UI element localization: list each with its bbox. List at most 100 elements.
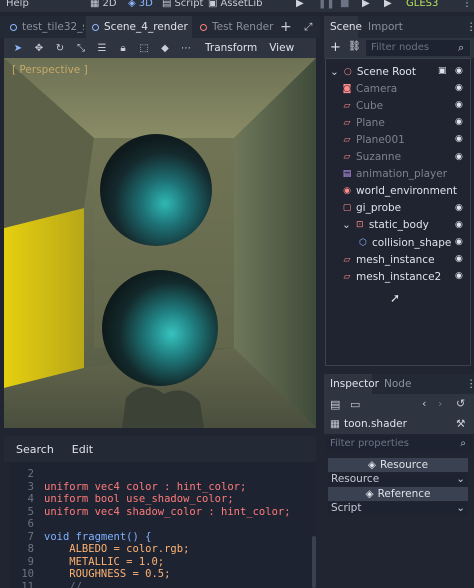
tree-node[interactable]: ▱ Suzanne xyxy=(342,149,468,166)
tree-node[interactable]: ▱ mesh_instance xyxy=(342,251,468,268)
tree-node-label: Suzanne xyxy=(356,151,402,163)
tab-import[interactable]: Import xyxy=(362,16,403,38)
visibility-eye-icon[interactable]: ◉ xyxy=(455,152,465,162)
tree-node[interactable]: ◙ Camera xyxy=(342,80,468,97)
transform-menu[interactable]: Transform xyxy=(205,42,257,54)
visibility-eye-icon[interactable]: ◉ xyxy=(455,83,465,93)
menu-dots-icon[interactable]: ⋮ xyxy=(462,0,472,9)
spatial-icon: ○ xyxy=(343,66,352,77)
visibility-eye-icon[interactable]: ◉ xyxy=(455,254,465,264)
open-folder-icon[interactable]: ▭ xyxy=(350,398,360,411)
play-icon[interactable]: ▶ xyxy=(296,0,304,9)
tab-inspector[interactable]: Inspector xyxy=(324,374,379,394)
edit-menu[interactable]: Edit xyxy=(72,443,93,456)
workspace-assetlib[interactable]: ▣ AssetLib xyxy=(208,0,262,9)
workspace-script[interactable]: ▤ Script xyxy=(162,0,203,9)
visibility-eye-icon[interactable]: ◉ xyxy=(455,271,465,281)
body-icon: ⊡ xyxy=(356,220,364,231)
resource-property[interactable]: Resource ⌄ xyxy=(328,473,468,486)
tab-test-render[interactable]: Test Render xyxy=(194,16,274,38)
3d-viewport[interactable]: [ Perspective ] xyxy=(4,58,316,428)
visibility-eye-icon[interactable]: ◉ xyxy=(455,220,465,230)
tree-node[interactable]: ▱ mesh_instance2 xyxy=(342,268,468,285)
forward-icon[interactable]: › xyxy=(438,397,442,410)
code-line: 11 // xyxy=(21,580,82,588)
tree-node[interactable]: ▱ Plane001 xyxy=(342,131,468,148)
code-line: 8 ALBEDO = color.rgb; xyxy=(27,543,190,555)
visibility-eye-icon[interactable]: ◉ xyxy=(455,237,465,247)
new-resource-icon[interactable]: ▤ xyxy=(330,398,340,411)
viewport-render xyxy=(4,58,316,428)
inspector-file-row[interactable]: ▦ toon.shader ⚒ xyxy=(324,416,474,434)
chevron-down-icon[interactable]: ⌄ xyxy=(330,66,339,78)
cube-icon: ◈ xyxy=(365,488,374,500)
resource-section-header[interactable]: ◈ Resource xyxy=(328,458,468,472)
tree-node[interactable]: ▱ Cube xyxy=(342,97,468,114)
add-node-icon[interactable]: + xyxy=(330,40,341,55)
back-icon[interactable]: ‹ xyxy=(422,397,426,410)
script-icon: ▤ xyxy=(162,0,172,9)
tab-test-tile[interactable]: test_tile32_sl xyxy=(4,16,84,38)
inspector-toolbar: ▤ ▭ ‹ › ↺ xyxy=(324,394,474,416)
workspace-3d[interactable]: ◈ 3D xyxy=(128,0,153,9)
probe-icon: ▢ xyxy=(342,203,352,214)
tree-node[interactable]: ◉ world_environment xyxy=(342,183,468,200)
code-line: 9 METALLIC = 1.0; xyxy=(27,555,165,568)
add-tab-icon[interactable]: + xyxy=(274,16,294,38)
tab-scene-4-render[interactable]: Scene_4_render✕ xyxy=(86,16,192,38)
scene-tree: ⌄ ○ Scene Root ▣ ◉ ◙ Camera ◉ ▱ Cube ◉ ▱ Plane ◉ ▱ Plan… xyxy=(325,58,471,366)
filter-properties-input[interactable]: Filter properties ⌕ xyxy=(326,436,472,452)
rotate-tool-icon[interactable]: ↻ xyxy=(53,41,67,55)
tree-node[interactable]: ⌄ ⊡ static_body xyxy=(342,217,468,234)
tree-node-label: Camera xyxy=(356,82,398,95)
play-scene-icon[interactable]: ▶ xyxy=(362,0,370,9)
code-editor[interactable]: 2 3 uniform vec4 color : hint_color; 4 uni… xyxy=(10,462,316,588)
pause-icon[interactable]: ❚❚ xyxy=(318,0,335,9)
inspector-menu-icon[interactable]: ⋮ xyxy=(460,374,474,394)
code-line: 2 xyxy=(27,468,34,480)
dock-menu-icon[interactable]: ⋮ xyxy=(460,16,474,38)
search-icon: ⌕ xyxy=(458,41,465,54)
script-property[interactable]: Script ⌄ xyxy=(328,502,468,515)
distraction-free-icon[interactable]: ⤢ xyxy=(298,16,318,38)
group-icon[interactable]: ⬚ xyxy=(137,41,151,55)
history-icon[interactable]: ↺ xyxy=(456,397,465,410)
tab-node[interactable]: Node xyxy=(378,374,411,394)
perspective-label[interactable]: [ Perspective ] xyxy=(12,64,88,76)
scale-tool-icon[interactable]: ⤡ xyxy=(74,41,88,55)
local-space-icon[interactable]: ◆ xyxy=(158,41,172,55)
visibility-eye-icon[interactable]: ◉ xyxy=(455,66,465,76)
code-line: 10 ROUGHNESS = 0.5; xyxy=(21,568,171,580)
tools-icon[interactable]: ⚒ xyxy=(456,418,465,430)
visibility-eye-icon[interactable]: ◉ xyxy=(455,203,465,213)
filter-nodes-input[interactable]: Filter nodes xyxy=(366,40,470,56)
list-select-icon[interactable]: ☰ xyxy=(95,41,109,55)
tab-scene[interactable]: Scene xyxy=(324,16,362,38)
visibility-eye-icon[interactable]: ◉ xyxy=(455,134,465,144)
visibility-eye-icon[interactable]: ◉ xyxy=(455,117,465,127)
view-menu[interactable]: View xyxy=(269,42,294,54)
workspace-2d[interactable]: ▦ 2D xyxy=(90,0,117,9)
select-tool-icon[interactable]: ➤ xyxy=(11,41,25,55)
visibility-eye-icon[interactable]: ◉ xyxy=(455,100,465,110)
move-tool-icon[interactable]: ✥ xyxy=(32,41,46,55)
chevron-down-icon: ⌄ xyxy=(456,473,465,485)
scene-dock-tabs: Scene Import ⋮ xyxy=(324,16,474,38)
mesh-icon: ▱ xyxy=(343,152,351,162)
chevron-down-icon[interactable]: ⌄ xyxy=(342,219,351,231)
help-menu[interactable]: Help xyxy=(6,0,29,9)
code-line: 7 void fragment() { xyxy=(27,530,152,543)
snap-icon[interactable]: ⋯ xyxy=(179,41,193,55)
tree-node[interactable]: ▤ animation_player xyxy=(342,166,468,183)
link-icon[interactable]: ⛓ xyxy=(348,41,361,52)
lock-icon[interactable]: 🔒︎ xyxy=(116,41,130,55)
reference-section-header[interactable]: ◈ Reference xyxy=(328,487,468,501)
tree-node[interactable]: ▱ Plane xyxy=(342,114,468,131)
tree-node[interactable]: ▢ gi_probe xyxy=(342,200,468,217)
movie-icon[interactable]: ▣ xyxy=(438,66,447,76)
search-menu[interactable]: Search xyxy=(16,443,54,456)
stop-icon[interactable]: ■ xyxy=(340,0,349,9)
renderer-select[interactable]: GLES3 xyxy=(406,0,438,9)
play-custom-icon[interactable]: ▶ xyxy=(384,0,392,9)
editor-scrollbar[interactable] xyxy=(312,536,316,588)
